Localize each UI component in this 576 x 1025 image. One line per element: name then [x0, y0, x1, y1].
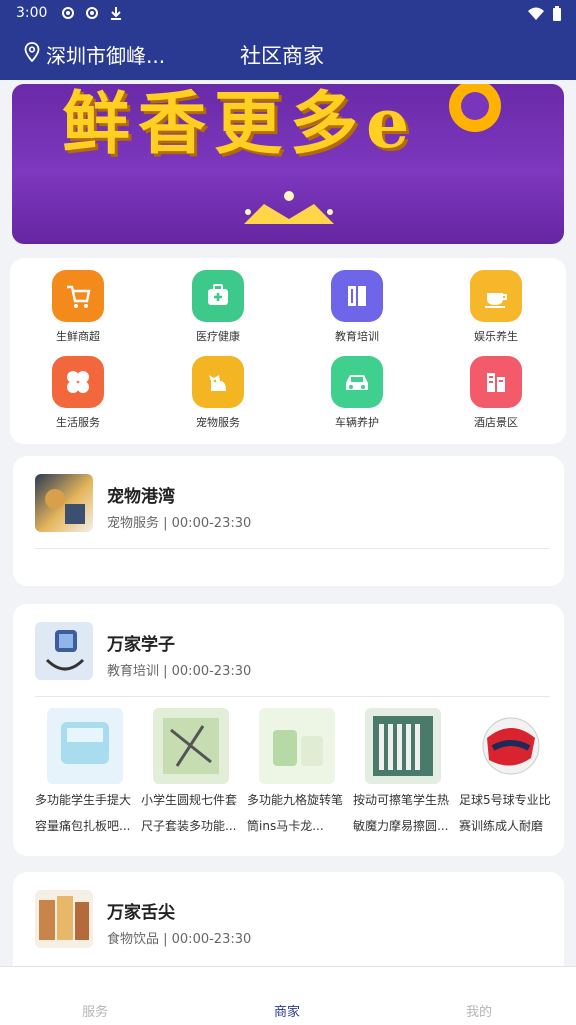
download-icon — [108, 5, 124, 21]
shopping-cart-icon — [52, 270, 104, 322]
product-title-line2: 容量痛包扎板吧... — [35, 819, 131, 833]
product-item[interactable]: 按动可擦笔学生热 敏魔力摩易擦圆... — [353, 708, 453, 836]
battery-icon — [552, 6, 562, 26]
sun-flower-icon — [449, 84, 501, 132]
product-item[interactable]: 多功能九格旋转笔 筒ins马卡龙... — [247, 708, 347, 836]
gear-icon — [84, 5, 100, 21]
product-image — [471, 708, 547, 784]
category-entertainment[interactable]: 娱乐养生 — [446, 270, 546, 344]
store-thumbnail — [35, 890, 93, 948]
product-image — [259, 708, 335, 784]
category-pet-service[interactable]: 宠物服务 — [168, 356, 268, 430]
bottom-nav: 服务 商家 我的 — [0, 966, 576, 1025]
medical-kit-icon — [192, 270, 244, 322]
status-system-icons — [528, 6, 562, 26]
building-icon — [470, 356, 522, 408]
store-name: 万家学子 — [107, 635, 175, 655]
product-image — [153, 708, 229, 784]
category-medical[interactable]: 医疗健康 — [168, 270, 268, 344]
dog-icon — [192, 356, 244, 408]
location-pin-icon — [24, 42, 40, 67]
product-title-line2: 敏魔力摩易擦圆... — [353, 819, 449, 833]
product-title-line1: 小学生圆规七件套 — [141, 793, 238, 807]
divider — [35, 696, 550, 697]
tab-mine[interactable]: 我的 — [466, 1001, 492, 1020]
product-item[interactable]: 足球5号球专业比 赛训练成人耐磨 — [459, 708, 553, 836]
product-title-line2: 筒ins马卡龙... — [247, 819, 324, 833]
product-title-line1: 多功能学生手提大 — [35, 793, 132, 807]
category-label: 生鲜商超 — [56, 330, 100, 343]
category-vehicle-care[interactable]: 车辆养护 — [307, 356, 407, 430]
product-title-line1: 按动可擦笔学生热 — [353, 793, 450, 807]
store-card[interactable]: 宠物港湾 宠物服务 | 00:00-23:30 — [13, 456, 564, 586]
category-label: 医疗健康 — [196, 330, 240, 343]
crown-icon — [244, 191, 334, 224]
product-item[interactable]: 小学生圆规七件套 尺子套装多功能... — [141, 708, 241, 836]
category-grid: 生鲜商超 医疗健康 教育培训 娱乐养生 生活服务 宠物服务 车辆养护 酒店景区 — [10, 258, 566, 444]
category-label: 娱乐养生 — [474, 330, 518, 343]
divider — [35, 548, 550, 549]
top-bar: 3:00 深圳市御峰... 社区商家 — [0, 0, 576, 80]
product-title-line1: 足球5号球专业比 — [459, 793, 551, 807]
category-education[interactable]: 教育培训 — [307, 270, 407, 344]
product-image — [365, 708, 441, 784]
clover-icon — [52, 356, 104, 408]
coffee-cup-icon — [470, 270, 522, 322]
product-list: 多功能学生手提大 容量痛包扎板吧... 小学生圆规七件套 尺子套装多功能... … — [13, 708, 553, 848]
category-hotel-scenic[interactable]: 酒店景区 — [446, 356, 546, 430]
app-header: 深圳市御峰... 社区商家 — [0, 28, 576, 80]
store-name: 宠物港湾 — [107, 487, 175, 507]
wifi-icon — [528, 7, 544, 25]
product-item[interactable]: 多功能学生手提大 容量痛包扎板吧... — [35, 708, 135, 836]
store-thumbnail — [35, 474, 93, 532]
product-title-line1: 多功能九格旋转笔 — [247, 793, 344, 807]
status-notification-icons — [60, 5, 124, 21]
store-thumbnail — [35, 622, 93, 680]
car-icon — [331, 356, 383, 408]
store-card[interactable]: 万家学子 教育培训 | 00:00-23:30 多功能学生手提大 容量痛包扎板吧… — [13, 604, 564, 856]
status-time: 3:00 — [16, 5, 48, 21]
category-label: 教育培训 — [335, 330, 379, 343]
store-name: 万家舌尖 — [107, 903, 175, 923]
tab-merchant[interactable]: 商家 — [274, 1001, 300, 1020]
category-fresh-market[interactable]: 生鲜商超 — [28, 270, 128, 344]
store-meta: 宠物服务 | 00:00-23:30 — [107, 516, 252, 531]
store-meta: 教育培训 | 00:00-23:30 — [107, 664, 252, 679]
promo-banner[interactable]: 鲜香更多e — [12, 84, 564, 244]
category-life-service[interactable]: 生活服务 — [28, 356, 128, 430]
status-bar: 3:00 — [0, 0, 576, 28]
tab-service[interactable]: 服务 — [82, 1001, 108, 1020]
category-label: 车辆养护 — [335, 416, 379, 429]
banner-text: 鲜香更多e — [62, 84, 418, 164]
book-icon — [331, 270, 383, 322]
page-title: 社区商家 — [240, 44, 324, 68]
product-title-line2: 赛训练成人耐磨 — [459, 819, 544, 833]
store-meta: 食物饮品 | 00:00-23:30 — [107, 932, 252, 947]
gear-icon — [60, 5, 76, 21]
category-label: 生活服务 — [56, 416, 100, 429]
product-image — [47, 708, 123, 784]
location-text: 深圳市御峰... — [46, 44, 166, 68]
category-label: 宠物服务 — [196, 416, 240, 429]
product-title-line2: 尺子套装多功能... — [141, 819, 237, 833]
location-selector[interactable]: 深圳市御峰... — [24, 40, 165, 69]
category-label: 酒店景区 — [474, 416, 518, 429]
